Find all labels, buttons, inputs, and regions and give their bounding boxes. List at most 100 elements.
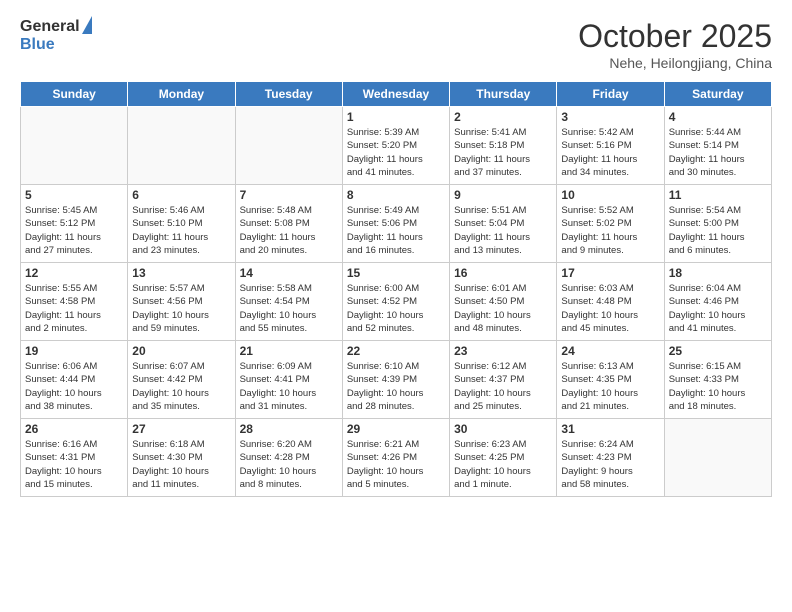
day-number: 6 xyxy=(132,188,230,202)
weekday-header: Sunday xyxy=(21,82,128,107)
logo-general-text: General xyxy=(20,18,80,36)
page: General Blue October 2025 Nehe, Heilongj… xyxy=(0,0,792,612)
calendar-cell: 9Sunrise: 5:51 AM Sunset: 5:04 PM Daylig… xyxy=(450,185,557,263)
day-info: Sunrise: 6:18 AM Sunset: 4:30 PM Dayligh… xyxy=(132,438,230,491)
day-number: 19 xyxy=(25,344,123,358)
weekday-header: Saturday xyxy=(664,82,771,107)
calendar-cell: 20Sunrise: 6:07 AM Sunset: 4:42 PM Dayli… xyxy=(128,341,235,419)
day-number: 30 xyxy=(454,422,552,436)
calendar-cell: 31Sunrise: 6:24 AM Sunset: 4:23 PM Dayli… xyxy=(557,419,664,497)
day-info: Sunrise: 5:45 AM Sunset: 5:12 PM Dayligh… xyxy=(25,204,123,257)
day-info: Sunrise: 6:21 AM Sunset: 4:26 PM Dayligh… xyxy=(347,438,445,491)
calendar-cell: 6 Sunrise: 5:46 AM Sunset: 5:10 PM Daylig… xyxy=(128,185,235,263)
day-number: 20 xyxy=(132,344,230,358)
calendar-cell: 26 Sunrise: 6:16 AM Sunset: 4:31 PM Dayli… xyxy=(21,419,128,497)
calendar-cell: 30 Sunrise: 6:23 AM Sunset: 4:25 PM Dayli… xyxy=(450,419,557,497)
day-info: Sunrise: 6:23 AM Sunset: 4:25 PM Dayligh… xyxy=(454,438,552,491)
day-info: Sunrise: 5:54 AM Sunset: 5:00 PM Dayligh… xyxy=(669,204,767,257)
calendar-body: 1Sunrise: 5:39 AM Sunset: 5:20 PM Daylig… xyxy=(21,107,772,497)
day-number: 13 xyxy=(132,266,230,280)
day-info: Sunrise: 6:15 AM Sunset: 4:33 PM Dayligh… xyxy=(669,360,767,413)
logo-blue-text: Blue xyxy=(20,36,55,54)
day-info: Sunrise: 5:46 AM Sunset: 5:10 PM Dayligh… xyxy=(132,204,230,257)
calendar-cell: 1Sunrise: 5:39 AM Sunset: 5:20 PM Daylig… xyxy=(342,107,449,185)
calendar-cell: 27 Sunrise: 6:18 AM Sunset: 4:30 PM Dayli… xyxy=(128,419,235,497)
day-info: Sunrise: 5:58 AM Sunset: 4:54 PM Dayligh… xyxy=(240,282,338,335)
calendar-cell: 8 Sunrise: 5:49 AM Sunset: 5:06 PM Daylig… xyxy=(342,185,449,263)
calendar-cell: 18 Sunrise: 6:04 AM Sunset: 4:46 PM Dayli… xyxy=(664,263,771,341)
calendar-cell: 24 Sunrise: 6:13 AM Sunset: 4:35 PM Dayli… xyxy=(557,341,664,419)
calendar-cell: 5 Sunrise: 5:45 AM Sunset: 5:12 PM Daylig… xyxy=(21,185,128,263)
calendar-week-row: 5 Sunrise: 5:45 AM Sunset: 5:12 PM Daylig… xyxy=(21,185,772,263)
calendar-cell: 10Sunrise: 5:52 AM Sunset: 5:02 PM Dayli… xyxy=(557,185,664,263)
calendar-cell: 7 Sunrise: 5:48 AM Sunset: 5:08 PM Daylig… xyxy=(235,185,342,263)
calendar-cell: 12Sunrise: 5:55 AM Sunset: 4:58 PM Dayli… xyxy=(21,263,128,341)
day-number: 3 xyxy=(561,110,659,124)
calendar-cell: 23Sunrise: 6:12 AM Sunset: 4:37 PM Dayli… xyxy=(450,341,557,419)
day-info: Sunrise: 6:06 AM Sunset: 4:44 PM Dayligh… xyxy=(25,360,123,413)
day-number: 11 xyxy=(669,188,767,202)
calendar-week-row: 26 Sunrise: 6:16 AM Sunset: 4:31 PM Dayli… xyxy=(21,419,772,497)
calendar-cell: 19 Sunrise: 6:06 AM Sunset: 4:44 PM Dayli… xyxy=(21,341,128,419)
day-number: 26 xyxy=(25,422,123,436)
day-info: Sunrise: 6:12 AM Sunset: 4:37 PM Dayligh… xyxy=(454,360,552,413)
day-info: Sunrise: 6:09 AM Sunset: 4:41 PM Dayligh… xyxy=(240,360,338,413)
weekday-header: Friday xyxy=(557,82,664,107)
day-info: Sunrise: 6:24 AM Sunset: 4:23 PM Dayligh… xyxy=(561,438,659,491)
weekday-header: Monday xyxy=(128,82,235,107)
calendar-cell: 29 Sunrise: 6:21 AM Sunset: 4:26 PM Dayli… xyxy=(342,419,449,497)
month-title: October 2025 xyxy=(578,18,772,55)
day-number: 5 xyxy=(25,188,123,202)
calendar-cell: 16Sunrise: 6:01 AM Sunset: 4:50 PM Dayli… xyxy=(450,263,557,341)
day-info: Sunrise: 5:49 AM Sunset: 5:06 PM Dayligh… xyxy=(347,204,445,257)
day-number: 7 xyxy=(240,188,338,202)
calendar-cell: 2Sunrise: 5:41 AM Sunset: 5:18 PM Daylig… xyxy=(450,107,557,185)
day-info: Sunrise: 6:16 AM Sunset: 4:31 PM Dayligh… xyxy=(25,438,123,491)
calendar-cell: 17 Sunrise: 6:03 AM Sunset: 4:48 PM Dayli… xyxy=(557,263,664,341)
day-number: 16 xyxy=(454,266,552,280)
day-number: 15 xyxy=(347,266,445,280)
day-number: 17 xyxy=(561,266,659,280)
calendar-cell: 13Sunrise: 5:57 AM Sunset: 4:56 PM Dayli… xyxy=(128,263,235,341)
calendar-cell: 11 Sunrise: 5:54 AM Sunset: 5:00 PM Dayli… xyxy=(664,185,771,263)
day-number: 14 xyxy=(240,266,338,280)
day-number: 9 xyxy=(454,188,552,202)
weekday-header: Wednesday xyxy=(342,82,449,107)
day-info: Sunrise: 5:55 AM Sunset: 4:58 PM Dayligh… xyxy=(25,282,123,335)
day-info: Sunrise: 5:48 AM Sunset: 5:08 PM Dayligh… xyxy=(240,204,338,257)
day-number: 18 xyxy=(669,266,767,280)
calendar-cell: 28Sunrise: 6:20 AM Sunset: 4:28 PM Dayli… xyxy=(235,419,342,497)
day-info: Sunrise: 6:03 AM Sunset: 4:48 PM Dayligh… xyxy=(561,282,659,335)
day-number: 21 xyxy=(240,344,338,358)
weekday-header: Thursday xyxy=(450,82,557,107)
calendar-week-row: 19 Sunrise: 6:06 AM Sunset: 4:44 PM Dayli… xyxy=(21,341,772,419)
calendar-week-row: 12Sunrise: 5:55 AM Sunset: 4:58 PM Dayli… xyxy=(21,263,772,341)
day-number: 10 xyxy=(561,188,659,202)
day-info: Sunrise: 5:44 AM Sunset: 5:14 PM Dayligh… xyxy=(669,126,767,179)
day-number: 4 xyxy=(669,110,767,124)
calendar-table: SundayMondayTuesdayWednesdayThursdayFrid… xyxy=(20,81,772,497)
day-info: Sunrise: 6:04 AM Sunset: 4:46 PM Dayligh… xyxy=(669,282,767,335)
day-info: Sunrise: 5:42 AM Sunset: 5:16 PM Dayligh… xyxy=(561,126,659,179)
day-info: Sunrise: 6:20 AM Sunset: 4:28 PM Dayligh… xyxy=(240,438,338,491)
day-number: 24 xyxy=(561,344,659,358)
header: General Blue October 2025 Nehe, Heilongj… xyxy=(20,18,772,71)
calendar-cell: 4 Sunrise: 5:44 AM Sunset: 5:14 PM Daylig… xyxy=(664,107,771,185)
title-block: October 2025 Nehe, Heilongjiang, China xyxy=(578,18,772,71)
calendar-cell: 21 Sunrise: 6:09 AM Sunset: 4:41 PM Dayli… xyxy=(235,341,342,419)
day-number: 8 xyxy=(347,188,445,202)
day-info: Sunrise: 6:13 AM Sunset: 4:35 PM Dayligh… xyxy=(561,360,659,413)
calendar-cell xyxy=(664,419,771,497)
day-number: 27 xyxy=(132,422,230,436)
day-info: Sunrise: 6:00 AM Sunset: 4:52 PM Dayligh… xyxy=(347,282,445,335)
calendar-cell: 25 Sunrise: 6:15 AM Sunset: 4:33 PM Dayli… xyxy=(664,341,771,419)
day-info: Sunrise: 5:41 AM Sunset: 5:18 PM Dayligh… xyxy=(454,126,552,179)
day-number: 25 xyxy=(669,344,767,358)
day-number: 22 xyxy=(347,344,445,358)
calendar-cell: 14 Sunrise: 5:58 AM Sunset: 4:54 PM Dayli… xyxy=(235,263,342,341)
calendar-cell xyxy=(128,107,235,185)
calendar-cell: 22Sunrise: 6:10 AM Sunset: 4:39 PM Dayli… xyxy=(342,341,449,419)
day-info: Sunrise: 5:39 AM Sunset: 5:20 PM Dayligh… xyxy=(347,126,445,179)
day-number: 29 xyxy=(347,422,445,436)
calendar-week-row: 1Sunrise: 5:39 AM Sunset: 5:20 PM Daylig… xyxy=(21,107,772,185)
